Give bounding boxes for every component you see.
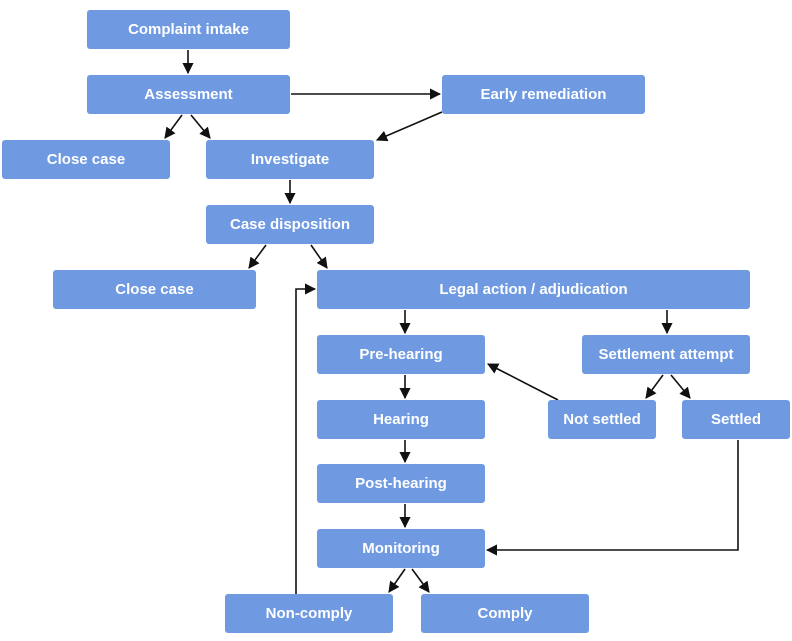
node-legal-action[interactable]: Legal action / adjudication xyxy=(317,270,750,309)
edge-assessment-to-investigate xyxy=(190,114,211,139)
node-post-hearing[interactable]: Post-hearing xyxy=(317,464,485,503)
node-not-settled[interactable]: Not settled xyxy=(548,400,656,439)
node-hearing[interactable]: Hearing xyxy=(317,400,485,439)
edge-case-disposition-to-close-case-2 xyxy=(248,244,267,269)
edge-assessment-to-close-case-1 xyxy=(164,114,183,139)
node-investigate[interactable]: Investigate xyxy=(206,140,374,179)
node-assessment[interactable]: Assessment xyxy=(87,75,290,114)
flowchart: Complaint intake Assessment Early remedi… xyxy=(0,0,792,641)
edge-settlement-attempt-to-settled xyxy=(670,374,691,399)
edge-not-settled-to-pre-hearing xyxy=(487,363,559,401)
node-non-comply[interactable]: Non-comply xyxy=(225,594,393,633)
node-complaint-intake[interactable]: Complaint intake xyxy=(87,10,290,49)
edge-monitoring-to-comply xyxy=(411,568,430,593)
node-close-case-2[interactable]: Close case xyxy=(53,270,256,309)
edge-settled-to-monitoring xyxy=(485,440,739,556)
edge-monitoring-to-non-comply xyxy=(388,568,406,593)
edge-settlement-attempt-to-not-settled xyxy=(645,374,664,399)
node-case-disposition[interactable]: Case disposition xyxy=(206,205,374,244)
edge-non-comply-to-legal-action xyxy=(295,283,317,594)
node-early-remediation[interactable]: Early remediation xyxy=(442,75,645,114)
node-settled[interactable]: Settled xyxy=(682,400,790,439)
node-close-case-1[interactable]: Close case xyxy=(2,140,170,179)
node-pre-hearing[interactable]: Pre-hearing xyxy=(317,335,485,374)
node-settlement-attempt[interactable]: Settlement attempt xyxy=(582,335,750,374)
edge-case-disposition-to-legal-action xyxy=(310,244,328,269)
edge-early-remediation-to-investigate xyxy=(375,111,443,142)
node-comply[interactable]: Comply xyxy=(421,594,589,633)
node-monitoring[interactable]: Monitoring xyxy=(317,529,485,568)
